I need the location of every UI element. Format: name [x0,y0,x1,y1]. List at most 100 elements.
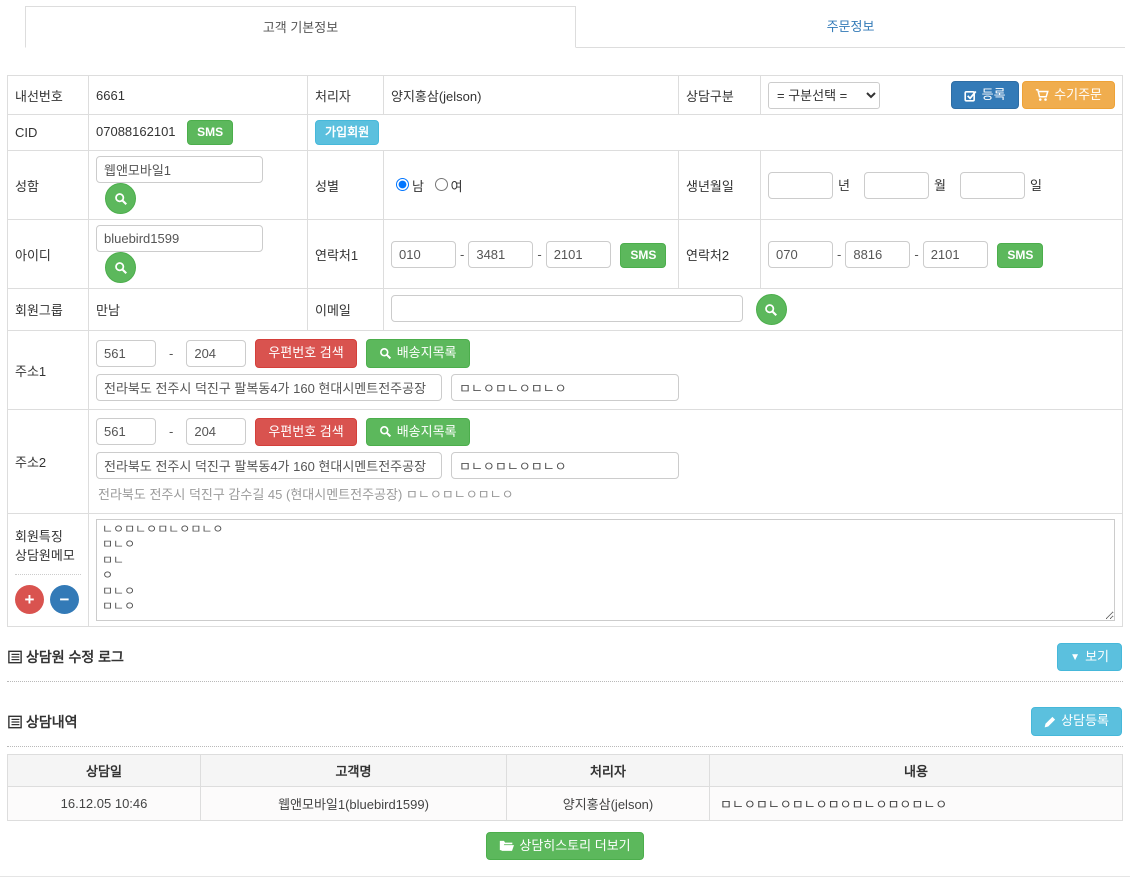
phone1-part3-input[interactable] [546,241,611,268]
memo-remove-button[interactable]: − [50,585,79,614]
name-search-button[interactable] [105,183,136,214]
main-content: 내선번호 6661 처리자 양지홍삼(jelson) 상담구분 = 구분선택 =… [7,75,1123,870]
cart-icon [1035,88,1049,102]
birth-day-input[interactable] [960,172,1025,199]
email-search-button[interactable] [756,294,787,325]
id-label: 아이디 [8,220,89,289]
history-content: ㅁㄴㅇㅁㄴㅇㅁㄴㅇㅁㅇㅁㄴㅇㅁㅇㅁㄴㅇ [710,786,1123,820]
road-address-note: 전라북도 전주시 덕진구 감수길 45 (현대시멘트전주공장) ㅁㄴㅇㅁㄴㅇㅁㄴ… [98,484,1115,503]
phone2-part3-input[interactable] [923,241,988,268]
history-title: 상담내역 [8,712,78,732]
col-header-content: 내용 [710,754,1123,786]
id-input[interactable] [96,225,263,252]
name-label: 성함 [8,151,89,220]
row-cid: CID 07088162101 SMS 가입회원 [8,115,1123,151]
plus-icon: + [25,591,35,608]
delivery-list-button[interactable]: 배송지목록 [366,418,470,446]
memo-textarea[interactable]: ㄴㅇㅁㄴㅇㅁㄴㅇㅁㄴㅇ ㅁㄴㅇ ㅁㄴ ㅇ ㅁㄴㅇ ㅁㄴㅇ [96,519,1115,621]
view-log-button[interactable]: ▼ 보기 [1057,643,1122,671]
history-section-header: 상담내역 상담등록 [7,691,1123,746]
history-customer: 웹앤모바일1(bluebird1599) [201,786,507,820]
history-row: 16.12.05 10:46 웹앤모바일1(bluebird1599) 양지홍삼… [8,786,1123,820]
manual-order-button[interactable]: 수기주문 [1022,81,1115,109]
search-icon [114,192,128,206]
zip-search-button[interactable]: 우편번호 검색 [255,418,356,446]
memo-label: 회원특징 상담원메모 [15,527,81,575]
gender-label: 성별 [308,151,384,220]
id-search-button[interactable] [105,252,136,283]
row-group-email: 회원그룹 만남 이메일 [8,289,1123,331]
phone1-sms-button[interactable]: SMS [620,243,666,268]
year-suffix: 년 [838,178,850,193]
phone2-label: 연락처2 [679,220,761,289]
list-icon [8,715,22,729]
birth-month-input[interactable] [864,172,929,199]
email-label: 이메일 [308,289,384,331]
history-header-row: 상담일 고객명 처리자 내용 [8,754,1123,786]
group-value: 만남 [89,289,308,331]
address2-label: 주소2 [8,409,89,513]
memo-add-button[interactable]: + [15,585,44,614]
edit-log-section-header: 상담원 수정 로그 ▼ 보기 [7,627,1123,682]
cid-sms-button[interactable]: SMS [187,120,233,145]
address2-zip1-input[interactable] [96,418,156,445]
group-label: 회원그룹 [8,289,89,331]
extension-label: 내선번호 [8,76,89,115]
history-handler: 양지홍삼(jelson) [507,786,710,820]
address2-addr-input[interactable] [96,452,442,479]
phone1-part1-input[interactable] [391,241,456,268]
day-suffix: 일 [1030,178,1042,193]
phone1-label: 연락처1 [308,220,384,289]
delivery-list-button[interactable]: 배송지목록 [366,339,470,367]
address2-zip2-input[interactable] [186,418,246,445]
register-button[interactable]: 등록 [951,81,1019,109]
phone2-sms-button[interactable]: SMS [997,243,1043,268]
row-address2: 주소2 - 우편번호 검색 배송지목록 전라북도 전주시 덕진구 [8,409,1123,513]
history-date: 16.12.05 10:46 [8,786,201,820]
gender-female-radio[interactable] [435,178,448,191]
more-history-container: 상담히스토리 더보기 [7,821,1123,870]
pencil-icon [1044,716,1056,728]
phone1-part2-input[interactable] [468,241,533,268]
more-history-button[interactable]: 상담히스토리 더보기 [486,832,643,860]
address1-zip2-input[interactable] [186,340,246,367]
tab-bar: 고객 기본정보 주문정보 [25,6,1125,48]
gender-male-option[interactable]: 남 [391,179,428,194]
birth-label: 생년월일 [679,151,761,220]
zip-search-button[interactable]: 우편번호 검색 [255,339,356,367]
minus-icon: − [60,591,70,608]
customer-form-table: 내선번호 6661 처리자 양지홍삼(jelson) 상담구분 = 구분선택 =… [7,75,1123,627]
row-memo: 회원특징 상담원메모 + − ㄴㅇㅁㄴㅇㅁㄴㅇㅁㄴㅇ ㅁㄴㅇ ㅁㄴ ㅇ ㅁㄴㅇ … [8,514,1123,627]
address1-addr-input[interactable] [96,374,442,401]
consult-type-select[interactable]: = 구분선택 = [768,82,880,109]
address1-detail-input[interactable] [451,374,679,401]
birth-year-input[interactable] [768,172,833,199]
cid-label: CID [8,115,89,151]
phone2-part2-input[interactable] [845,241,910,268]
email-input[interactable] [391,295,743,322]
row-address1: 주소1 - 우편번호 검색 배송지목록 [8,331,1123,409]
col-header-date: 상담일 [8,754,201,786]
search-icon [379,425,392,438]
history-table: 상담일 고객명 처리자 내용 16.12.05 10:46 웹앤모바일1(blu… [7,754,1123,821]
consult-type-label: 상담구분 [679,76,761,115]
search-icon [764,303,778,317]
member-status-button[interactable]: 가입회원 [315,120,379,145]
caret-down-icon: ▼ [1070,652,1080,663]
folder-open-icon [499,839,514,852]
phone2-part1-input[interactable] [768,241,833,268]
list-icon [8,650,22,664]
address1-zip1-input[interactable] [96,340,156,367]
customer-detail-page: 고객 기본정보 주문정보 내선번호 6661 처리자 양지홍삼(jelson) … [0,6,1130,877]
name-input[interactable] [96,156,263,183]
handler-value: 양지홍삼(jelson) [384,76,679,115]
consult-register-button[interactable]: 상담등록 [1031,707,1122,735]
col-header-customer: 고객명 [201,754,507,786]
row-name: 성함 성별 남 여 생년월일 [8,151,1123,220]
col-header-handler: 처리자 [507,754,710,786]
address2-detail-input[interactable] [451,452,679,479]
tab-customer-info[interactable]: 고객 기본정보 [25,6,576,48]
gender-female-option[interactable]: 여 [430,179,463,194]
tab-order-info[interactable]: 주문정보 [576,6,1125,48]
gender-male-radio[interactable] [396,178,409,191]
